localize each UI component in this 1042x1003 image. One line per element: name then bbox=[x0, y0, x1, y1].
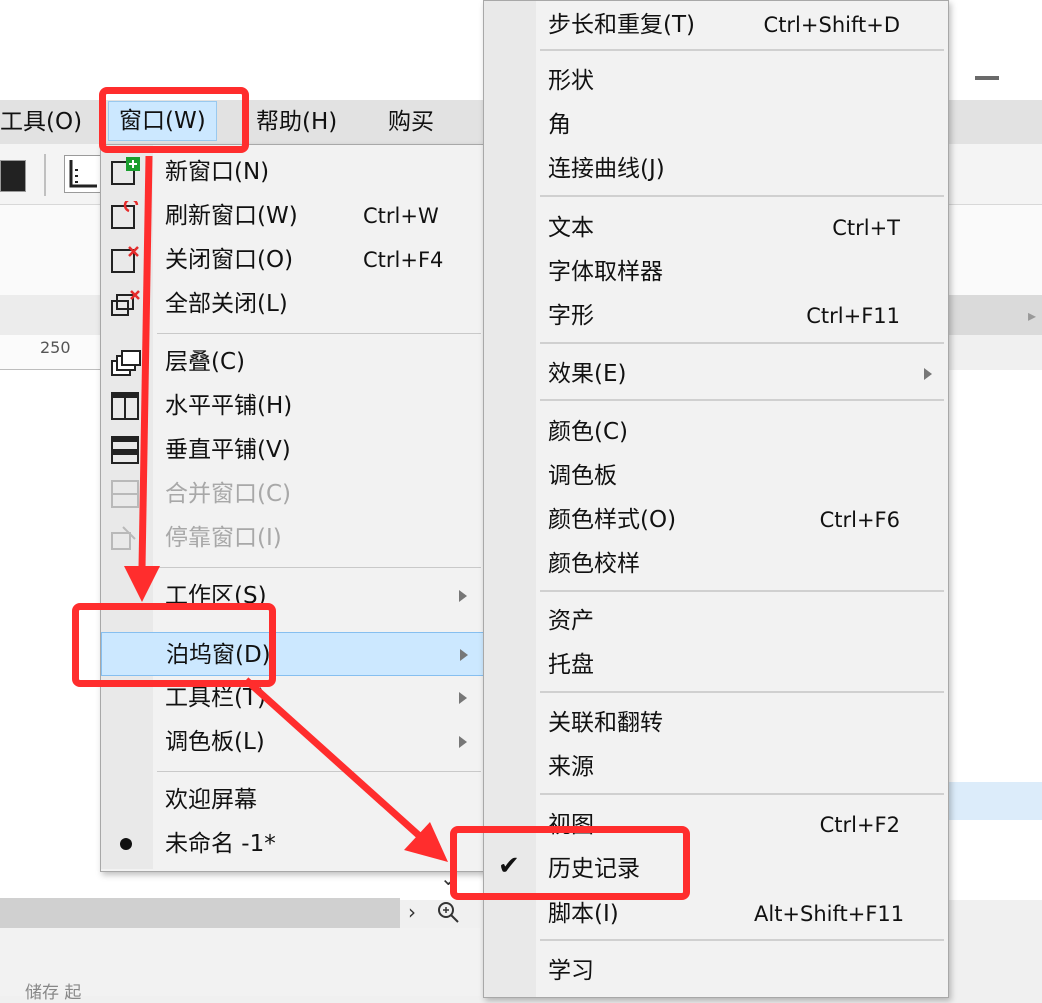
annotation-arrows bbox=[124, 155, 448, 862]
arrow-to-dockers bbox=[138, 155, 153, 569]
arrow-to-history bbox=[243, 677, 427, 843]
arrow-head-to-dockers bbox=[124, 566, 160, 602]
